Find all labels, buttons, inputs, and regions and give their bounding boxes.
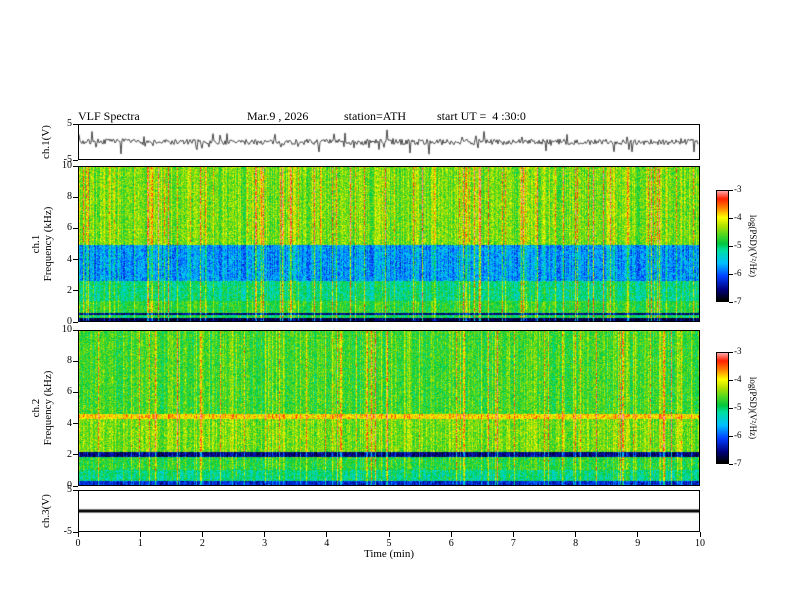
x-tick-label: 10 bbox=[695, 538, 705, 549]
ch1-spectrogram-panel bbox=[78, 166, 700, 322]
y-tick-label: 5 bbox=[67, 484, 72, 495]
y-tick-mark bbox=[73, 391, 78, 393]
colorbar-tick-label: -4 bbox=[734, 212, 742, 222]
colorbar-tick-mark bbox=[729, 351, 733, 353]
x-tick-mark bbox=[77, 532, 79, 537]
colorbar-tick-label: -5 bbox=[734, 402, 742, 412]
y-tick-label: 10 bbox=[62, 324, 72, 335]
y-tick-mark bbox=[73, 196, 78, 198]
colorbar-tick-mark bbox=[729, 217, 733, 219]
x-tick-mark bbox=[699, 532, 701, 537]
x-tick-mark bbox=[388, 532, 390, 537]
y-tick-mark bbox=[73, 165, 78, 167]
x-tick-label: 7 bbox=[510, 538, 516, 549]
x-tick-mark bbox=[139, 532, 141, 537]
ch2-spectrogram-ylabel-line1: ch.2 bbox=[30, 398, 42, 418]
y-tick-mark bbox=[73, 489, 78, 491]
y-tick-mark bbox=[73, 321, 78, 323]
ch1-spectrogram-ylabel-line1: ch.1 bbox=[30, 234, 42, 254]
ch2-spectrogram-panel bbox=[78, 330, 700, 486]
colorbar-tick-mark bbox=[729, 273, 733, 275]
x-tick-mark bbox=[575, 532, 577, 537]
y-tick-label: 2 bbox=[67, 284, 72, 296]
colorbar-tick-label: -4 bbox=[734, 374, 742, 384]
y-tick-label: -5 bbox=[63, 526, 72, 537]
x-tick-mark bbox=[512, 532, 514, 537]
x-tick-mark bbox=[450, 532, 452, 537]
x-tick-label: 9 bbox=[635, 538, 641, 549]
y-tick-mark bbox=[73, 159, 78, 161]
plot-title: VLF Spectra bbox=[78, 109, 140, 123]
ch2-spectrogram-ylabel-line2: Frequency (kHz) bbox=[42, 370, 54, 446]
ch1-spectrogram-canvas bbox=[79, 167, 699, 321]
y-tick-mark bbox=[73, 290, 78, 292]
vlf-spectra-figure: VLF Spectra Mar.9 , 2026 station=ATH sta… bbox=[0, 0, 792, 612]
ch1-spectrogram-ylabel-line2: Frequency (kHz) bbox=[42, 206, 54, 282]
plot-station: station=ATH bbox=[344, 109, 407, 123]
y-tick-mark bbox=[73, 329, 78, 331]
plot-start-ut: start UT = 4 :30:0 bbox=[437, 109, 526, 123]
y-tick-label: 2 bbox=[67, 448, 72, 460]
y-tick-label: 6 bbox=[67, 386, 72, 398]
colorbar-1 bbox=[716, 190, 729, 302]
y-tick-mark bbox=[73, 485, 78, 487]
colorbar-tick-mark bbox=[729, 435, 733, 437]
y-tick-label: 4 bbox=[67, 253, 72, 265]
y-tick-mark bbox=[73, 454, 78, 456]
ch3-waveform-canvas bbox=[79, 491, 699, 531]
plot-date: Mar.9 , 2026 bbox=[247, 109, 309, 123]
y-tick-mark bbox=[73, 123, 78, 125]
y-tick-mark bbox=[73, 227, 78, 229]
colorbar-tick-label: -3 bbox=[734, 184, 742, 194]
x-tick-mark bbox=[637, 532, 639, 537]
colorbar-tick-label: -6 bbox=[734, 268, 742, 278]
colorbar-tick-mark bbox=[729, 407, 733, 409]
colorbar-tick-label: -7 bbox=[734, 296, 742, 306]
colorbar-2-canvas bbox=[717, 353, 728, 463]
x-tick-label: 0 bbox=[75, 538, 81, 549]
y-tick-label: 10 bbox=[62, 160, 72, 171]
ch2-spectrogram-canvas bbox=[79, 331, 699, 485]
y-tick-label: 6 bbox=[67, 222, 72, 234]
x-tick-mark bbox=[326, 532, 328, 537]
colorbar-tick-label: -6 bbox=[734, 430, 742, 440]
x-tick-mark bbox=[264, 532, 266, 537]
ch2-spectrogram-ylabel: ch.2 Frequency (kHz) bbox=[30, 371, 54, 446]
y-tick-label: 8 bbox=[67, 355, 72, 367]
colorbar-tick-mark bbox=[729, 463, 733, 465]
x-tick-label: 3 bbox=[262, 538, 268, 549]
ch1-waveform-canvas bbox=[79, 125, 699, 159]
x-tick-label: 4 bbox=[324, 538, 330, 549]
colorbar-2 bbox=[716, 352, 729, 464]
ch1-spectrogram-ylabel: ch.1 Frequency (kHz) bbox=[30, 207, 54, 282]
x-tick-label: 1 bbox=[137, 538, 143, 549]
y-tick-mark bbox=[73, 259, 78, 261]
x-tick-label: 2 bbox=[199, 538, 205, 549]
colorbar-tick-mark bbox=[729, 301, 733, 303]
x-tick-mark bbox=[201, 532, 203, 537]
x-tick-label: 6 bbox=[448, 538, 454, 549]
y-tick-mark bbox=[73, 423, 78, 425]
ch3-waveform-panel bbox=[78, 490, 700, 532]
colorbar-tick-label: -3 bbox=[734, 346, 742, 356]
x-tick-label: 8 bbox=[573, 538, 579, 549]
colorbar-1-canvas bbox=[717, 191, 728, 301]
y-tick-label: 8 bbox=[67, 191, 72, 203]
colorbar-tick-label: -5 bbox=[734, 240, 742, 250]
colorbar-tick-label: -7 bbox=[734, 458, 742, 468]
y-tick-mark bbox=[73, 531, 78, 533]
x-axis-title: Time (min) bbox=[363, 548, 414, 560]
y-tick-label: 4 bbox=[67, 417, 72, 429]
y-tick-label: 5 bbox=[67, 118, 72, 129]
colorbar-tick-mark bbox=[729, 245, 733, 247]
x-tick-label: 5 bbox=[386, 538, 392, 549]
ch1-waveform-panel bbox=[78, 124, 700, 160]
y-tick-mark bbox=[73, 360, 78, 362]
ch3-waveform-ylabel: ch.3(V) bbox=[40, 494, 52, 528]
colorbar-tick-mark bbox=[729, 189, 733, 191]
colorbar-tick-mark bbox=[729, 379, 733, 381]
